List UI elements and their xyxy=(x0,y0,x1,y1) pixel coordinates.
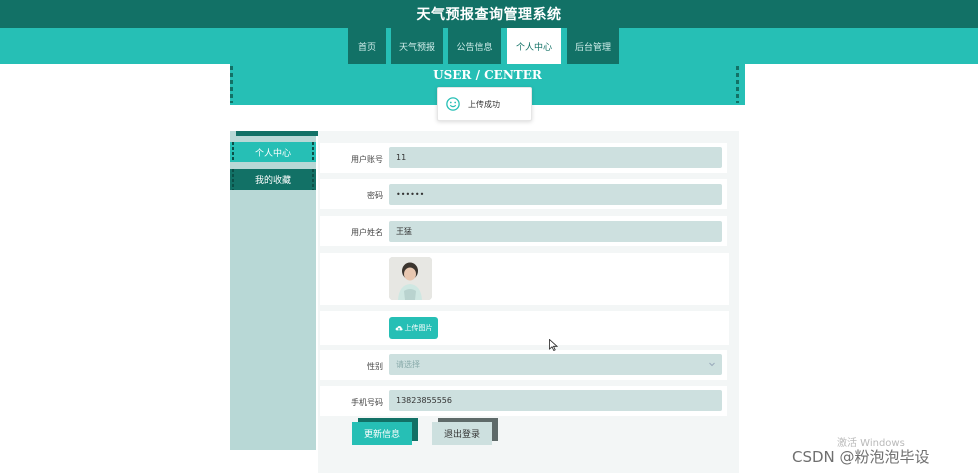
form-row-gender: 性别 请选择 xyxy=(320,350,727,380)
sidebar-item-label: 我的收藏 xyxy=(254,176,291,186)
nav-item-weather[interactable]: 天气预报 xyxy=(391,28,443,64)
logout-button[interactable]: 退出登录 xyxy=(432,418,498,445)
form-row-password: 密码 •••••• xyxy=(320,179,727,209)
username-label: 用户账号 xyxy=(351,155,383,164)
success-toast: 上传成功 xyxy=(437,87,532,121)
name-input[interactable]: 王猛 xyxy=(389,221,722,242)
sidebar-item-label: 个人中心 xyxy=(254,148,291,159)
nav-item-home[interactable]: 首页 xyxy=(348,28,386,64)
sidebar-item-edge xyxy=(232,169,234,190)
sidebar-item-edge xyxy=(312,142,314,162)
form-row-phone: 手机号码 13823855556 xyxy=(320,386,727,416)
upload-button-label: 上传图片 xyxy=(404,324,433,332)
form-row-username: 用户账号 11 xyxy=(320,143,727,173)
gender-select-placeholder: 请选择 xyxy=(396,360,420,369)
sidebar-item-edge xyxy=(312,169,314,190)
avatar xyxy=(389,257,432,300)
gender-label: 性别 xyxy=(367,362,383,371)
toast-message: 上传成功 xyxy=(468,99,500,109)
cloud-upload-icon xyxy=(395,326,403,332)
form-row-avatar xyxy=(320,253,729,305)
name-label: 用户姓名 xyxy=(351,228,383,237)
password-label: 密码 xyxy=(367,191,383,200)
nav-item-admin[interactable]: 后台管理 xyxy=(567,28,619,64)
banner-title: USER / CENTER xyxy=(433,68,542,82)
phone-label: 手机号码 xyxy=(351,398,383,407)
sidebar-item-personal-center[interactable]: 个人中心 xyxy=(230,142,316,162)
avatar-photo xyxy=(389,257,432,300)
logout-label: 退出登录 xyxy=(432,422,492,445)
sidebar-top-strip xyxy=(236,131,324,136)
main-nav: 首页 天气预报 公告信息 个人中心 后台管理 xyxy=(0,28,978,64)
form-row-upload: 上传图片 xyxy=(320,311,729,345)
update-info-button[interactable]: 更新信息 xyxy=(352,418,418,445)
upload-image-button[interactable]: 上传图片 xyxy=(389,317,438,339)
form-row-name: 用户姓名 王猛 xyxy=(320,216,727,246)
gender-select[interactable]: 请选择 xyxy=(389,354,722,375)
nav-item-personal-center[interactable]: 个人中心 xyxy=(507,28,561,64)
mouse-cursor-icon xyxy=(549,339,558,351)
app-header: 天气预报查询管理系统 xyxy=(0,0,978,28)
password-input[interactable]: •••••• xyxy=(389,184,722,205)
sidebar-item-favorites[interactable]: 我的收藏 xyxy=(230,169,316,190)
sidebar-item-edge xyxy=(232,142,234,162)
phone-input[interactable]: 13823855556 xyxy=(389,390,722,411)
profile-form: 用户账号 11 密码 •••••• 用户姓名 王猛 上传图片 性别 请选择 手机… xyxy=(318,131,739,473)
nav-item-notices[interactable]: 公告信息 xyxy=(448,28,501,64)
app-title: 天气预报查询管理系统 xyxy=(416,7,562,23)
smile-icon xyxy=(446,97,460,111)
update-info-label: 更新信息 xyxy=(352,422,412,445)
csdn-watermark: CSDN @粉泡泡毕设 xyxy=(792,448,930,466)
chevron-down-icon xyxy=(709,362,715,367)
username-input[interactable]: 11 xyxy=(389,147,722,168)
sidebar: 个人中心 我的收藏 xyxy=(230,131,324,450)
